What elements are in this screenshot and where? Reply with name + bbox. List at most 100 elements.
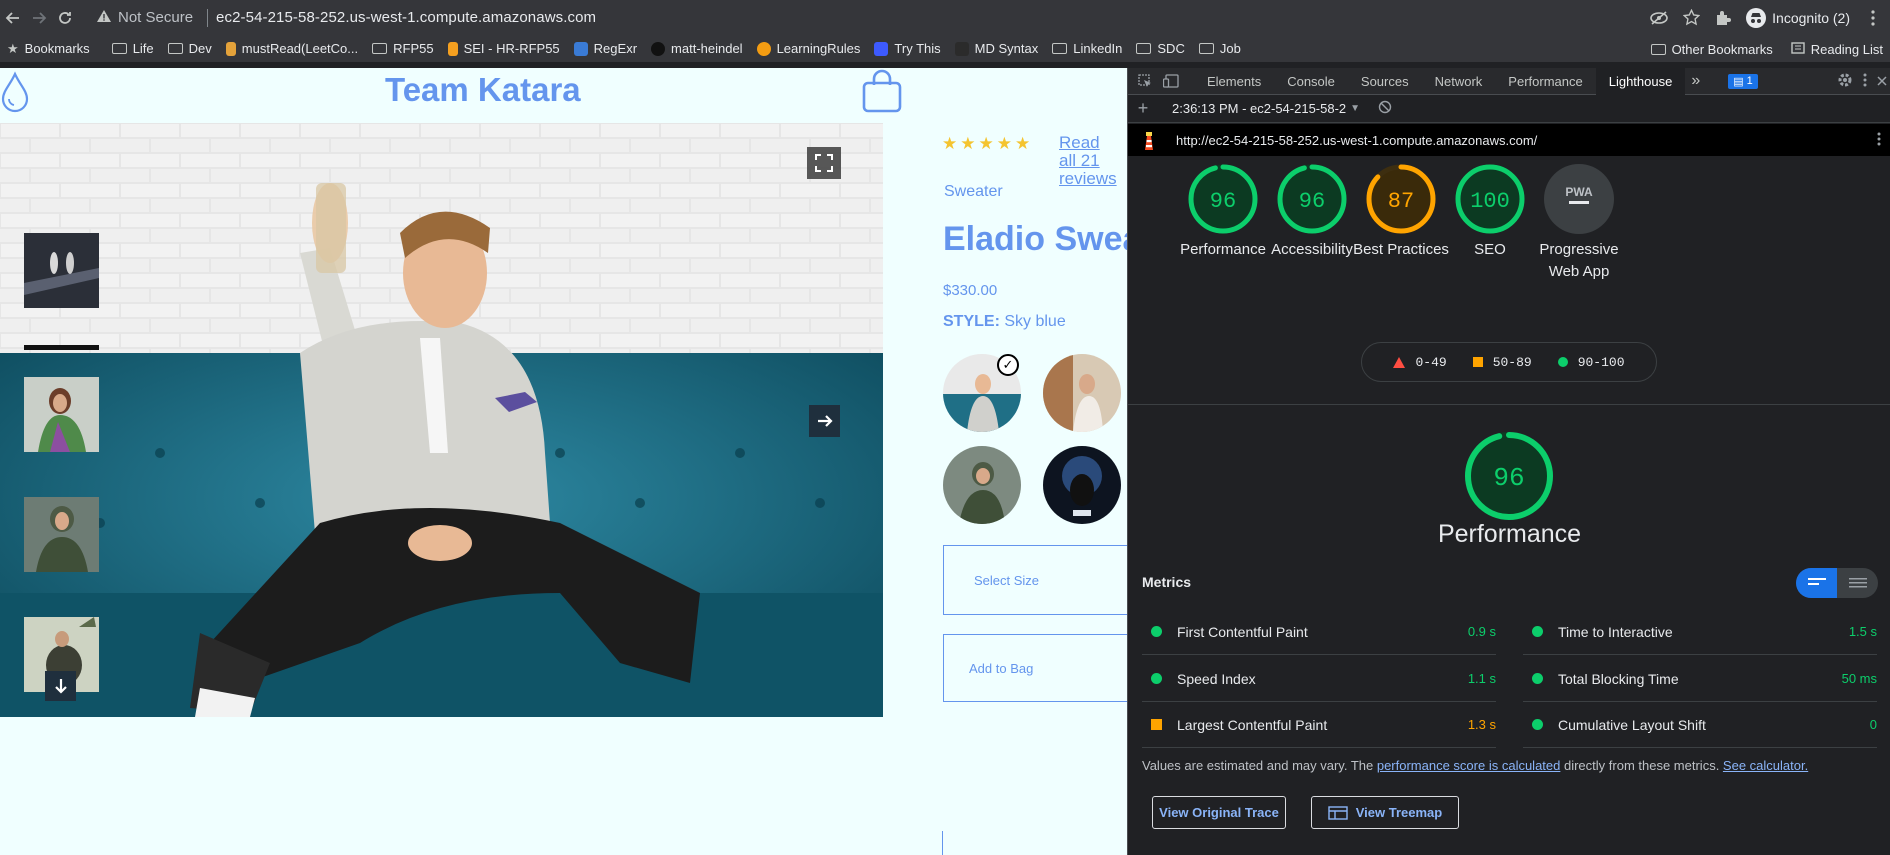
legend-label: 0-49: [1415, 354, 1447, 370]
orange-square-icon: [1151, 719, 1162, 730]
bookmark-label: RFP55: [393, 41, 434, 56]
metric-row[interactable]: Time to Interactive 1.5 s: [1523, 609, 1877, 655]
bookmark-matt-heindel[interactable]: matt-heindel: [644, 41, 750, 56]
view-original-trace-button[interactable]: View Original Trace: [1152, 796, 1286, 829]
device-toolbar-icon[interactable]: [1162, 72, 1180, 90]
tab-lighthouse[interactable]: Lighthouse: [1595, 68, 1686, 95]
forward-icon[interactable]: [26, 5, 52, 31]
performance-big-gauge: 96: [1465, 432, 1553, 520]
metric-row[interactable]: Speed Index 1.1 s: [1142, 656, 1496, 702]
metric-row[interactable]: Cumulative Layout Shift 0: [1523, 702, 1877, 748]
bookmark-folder-dev[interactable]: Dev: [161, 41, 219, 56]
water-drop-logo-icon[interactable]: [0, 71, 30, 113]
learningrules-favicon-icon: [756, 41, 771, 56]
shopping-bag-icon[interactable]: [861, 69, 903, 113]
bookmark-label: MD Syntax: [974, 41, 1039, 56]
reading-list[interactable]: Reading List: [1784, 41, 1890, 58]
compact-view-icon[interactable]: [1796, 568, 1837, 598]
view-treemap-button[interactable]: View Treemap: [1311, 796, 1459, 829]
thumbnail-3[interactable]: [24, 497, 99, 572]
audited-url[interactable]: http://ec2-54-215-58-252.us-west-1.compu…: [1176, 133, 1537, 148]
bookmark-learningrules[interactable]: LearningRules: [750, 41, 868, 56]
devtools-menu-icon[interactable]: [1863, 73, 1867, 90]
folder-icon: [1136, 43, 1152, 54]
more-tabs-icon[interactable]: »: [1685, 68, 1706, 95]
brand-title[interactable]: Team Katara: [385, 71, 581, 109]
metric-row[interactable]: Largest Contentful Paint 1.3 s: [1142, 702, 1496, 748]
style-swatch-3[interactable]: [943, 446, 1021, 524]
bookmark-folder-job[interactable]: Job: [1192, 41, 1248, 56]
bookmark-label: LearningRules: [776, 41, 861, 56]
tracking-blocked-eye-icon[interactable]: [1650, 9, 1668, 27]
metric-name: Total Blocking Time: [1558, 670, 1679, 687]
bookmark-regexr[interactable]: RegExr: [567, 41, 644, 56]
bookmark-folder-sdc[interactable]: SDC: [1129, 41, 1191, 56]
tab-sources[interactable]: Sources: [1348, 68, 1422, 95]
browser-window: Not Secure ec2-54-215-58-252.us-west-1.c…: [0, 0, 1890, 855]
bookmark-folder-life[interactable]: Life: [105, 41, 161, 56]
metric-value: 1.3 s: [1467, 717, 1496, 732]
settings-gear-icon[interactable]: [1837, 72, 1853, 91]
bookmark-mustread[interactable]: mustRead(LeetCo...: [219, 41, 365, 56]
style-swatch-4[interactable]: [1043, 446, 1121, 524]
other-bookmarks[interactable]: Other Bookmarks: [1644, 42, 1780, 57]
expanded-view-icon[interactable]: [1837, 568, 1878, 598]
metric-row[interactable]: Total Blocking Time 50 ms: [1523, 656, 1877, 702]
score-calculated-link[interactable]: performance score is calculated: [1377, 758, 1561, 773]
back-icon[interactable]: [0, 5, 26, 31]
bookmark-folder-rfp55[interactable]: RFP55: [365, 41, 440, 56]
url-divider: [207, 8, 209, 27]
bookmark-bookmarks[interactable]: ★ Bookmarks: [0, 41, 97, 57]
fullscreen-button[interactable]: [807, 147, 841, 179]
report-selector[interactable]: 2:36:13 PM - ec2-54-215-58-2: [1172, 101, 1346, 116]
tab-elements[interactable]: Elements: [1194, 68, 1274, 95]
main-product-image[interactable]: [0, 123, 883, 717]
tab-console[interactable]: Console: [1274, 68, 1348, 95]
gauge-label: Progressive Web App: [1539, 241, 1619, 280]
bookmark-folder-linkedin[interactable]: LinkedIn: [1045, 41, 1129, 56]
reload-icon[interactable]: [52, 5, 78, 31]
style-value: Sky blue: [1004, 313, 1066, 330]
bookmark-sei[interactable]: SEI - HR-RFP55: [441, 41, 567, 56]
bookmark-md-syntax[interactable]: MD Syntax: [948, 41, 1046, 56]
incognito-icon: [1746, 7, 1767, 28]
bookmark-label: matt-heindel: [671, 41, 743, 56]
url-row-menu-icon[interactable]: [1877, 132, 1881, 149]
see-calculator-link[interactable]: See calculator.: [1723, 758, 1808, 773]
inspect-element-icon[interactable]: [1136, 72, 1154, 90]
scroll-thumbnails-down-button[interactable]: [45, 671, 76, 701]
clear-reports-icon[interactable]: [1378, 100, 1392, 117]
metric-value: 1.5 s: [1848, 624, 1877, 639]
incognito-profile-button[interactable]: Incognito (2): [1746, 7, 1850, 28]
extensions-puzzle-icon[interactable]: [1714, 9, 1732, 27]
tab-performance[interactable]: Performance: [1495, 68, 1595, 95]
close-icon[interactable]: [1877, 74, 1887, 89]
style-swatch-2[interactable]: [1043, 354, 1121, 432]
security-indicator[interactable]: Not Secure: [86, 8, 216, 27]
select-size-dropdown[interactable]: Select Size: [943, 545, 1127, 615]
metrics-note: Values are estimated and may vary. The p…: [1142, 758, 1808, 773]
devtools-tabbar: Elements Console Sources Network Perform…: [1128, 68, 1890, 95]
read-reviews-link[interactable]: Read all 21 reviews: [1059, 134, 1119, 188]
bookmark-label: Job: [1219, 41, 1241, 56]
thumbnail-1[interactable]: [24, 233, 99, 308]
bookmark-try-this[interactable]: Try This: [867, 41, 947, 56]
issues-badge[interactable]: ▤ 1: [1728, 73, 1758, 89]
url-field[interactable]: Not Secure ec2-54-215-58-252.us-west-1.c…: [86, 4, 1666, 32]
thumbnail-2[interactable]: [24, 377, 99, 452]
metric-name: Time to Interactive: [1558, 623, 1673, 640]
metric-value: 1.1 s: [1467, 671, 1496, 686]
gauge-4[interactable]: PWA Progressive Web App: [1524, 163, 1634, 283]
metric-row[interactable]: First Contentful Paint 0.9 s: [1142, 609, 1496, 655]
new-report-plus-icon[interactable]: +: [1128, 98, 1158, 119]
tab-network[interactable]: Network: [1422, 68, 1496, 95]
dropdown-caret-icon[interactable]: ▼: [1350, 103, 1360, 114]
add-to-bag-button[interactable]: Add to Bag: [943, 634, 1127, 702]
next-image-button[interactable]: [809, 405, 840, 437]
product-name: Eladio Sweater: [943, 220, 1127, 258]
score-ring: 96: [1188, 164, 1258, 234]
metrics-view-toggle[interactable]: [1796, 568, 1878, 598]
legend-pass: 90-100: [1557, 355, 1625, 370]
browser-menu-icon[interactable]: [1864, 9, 1882, 27]
bookmark-star-icon[interactable]: [1682, 9, 1700, 27]
